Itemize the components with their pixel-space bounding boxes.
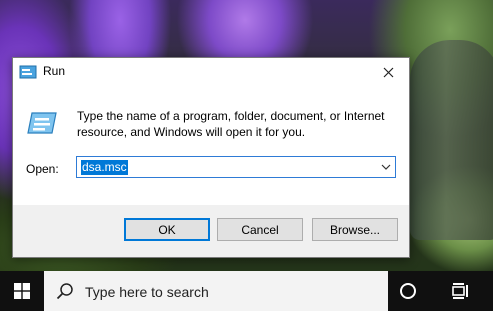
- browse-button[interactable]: Browse...: [312, 218, 398, 241]
- ok-button[interactable]: OK: [124, 218, 210, 241]
- run-dialog: Run Type the name of a program, folder, …: [12, 57, 410, 258]
- close-icon: [383, 67, 393, 78]
- open-input-value[interactable]: dsa.msc: [81, 160, 128, 175]
- dialog-description: Type the name of a program, folder, docu…: [77, 109, 385, 139]
- run-program-icon: [27, 112, 57, 134]
- dialog-title: Run: [43, 64, 66, 78]
- open-combobox[interactable]: dsa.msc: [76, 156, 396, 178]
- open-label: Open:: [26, 162, 59, 176]
- task-view-icon[interactable]: [450, 281, 470, 301]
- close-button[interactable]: [367, 58, 409, 87]
- taskbar: Type here to search: [0, 271, 493, 311]
- search-icon: [56, 283, 73, 300]
- run-app-icon: [19, 65, 37, 79]
- taskbar-search-box[interactable]: Type here to search: [44, 271, 388, 311]
- windows-start-icon: [14, 283, 30, 299]
- search-placeholder: Type here to search: [85, 284, 209, 300]
- start-button[interactable]: [0, 271, 44, 311]
- dialog-content: Type the name of a program, folder, docu…: [13, 87, 409, 205]
- cancel-button[interactable]: Cancel: [217, 218, 303, 241]
- wallpaper-tree-trunk: [410, 40, 493, 240]
- cortana-icon[interactable]: [398, 281, 418, 301]
- chevron-down-icon[interactable]: [381, 162, 391, 172]
- dialog-titlebar[interactable]: Run: [13, 58, 409, 87]
